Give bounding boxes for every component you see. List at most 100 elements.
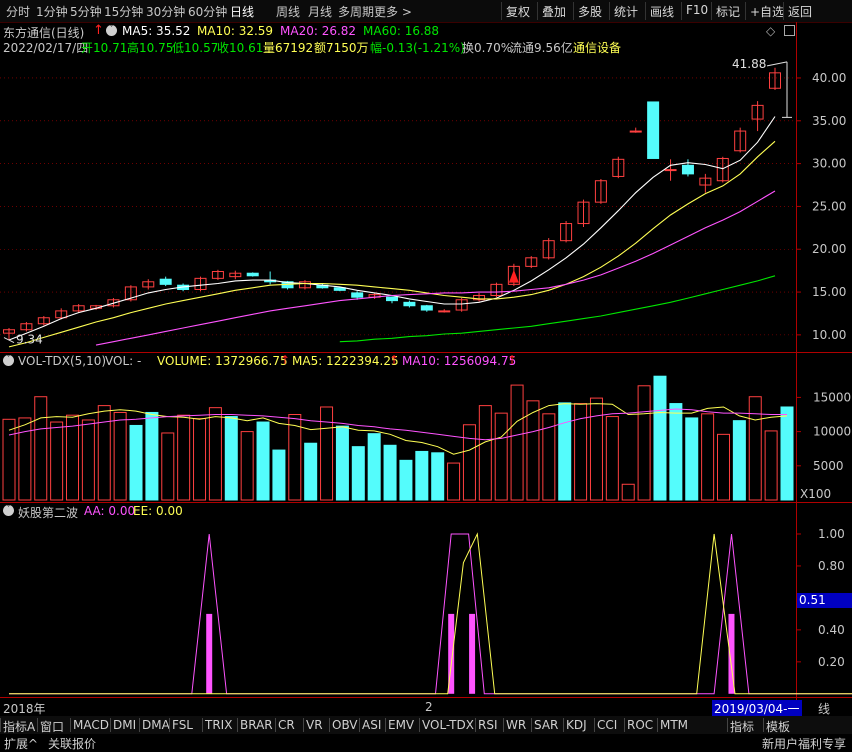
ma5-legend: MA5: 35.52 [122, 24, 191, 38]
new-user-promo-link[interactable]: 新用户福利专享 [762, 735, 846, 752]
volume-bar [161, 432, 175, 501]
date-marker-mid: 2 [425, 700, 433, 714]
up-arrow-icon: ↑ [389, 353, 400, 367]
volume-bar [558, 402, 572, 501]
tab-separator [237, 718, 238, 732]
toolbar-button[interactable]: +自选 [750, 3, 784, 20]
volume-bar [335, 425, 349, 501]
indicator-tab[interactable]: DMA [142, 718, 170, 732]
tab-separator [563, 718, 564, 732]
candle-body [159, 278, 172, 285]
ma20-legend: MA20: 26.82 [280, 24, 357, 38]
toolbar-button[interactable]: 复权 [506, 3, 530, 20]
indicator-tab[interactable]: SAR [534, 718, 558, 732]
volume-bar [320, 406, 334, 501]
indicator-tab[interactable]: RSI [478, 718, 498, 732]
indicator-bar [469, 613, 476, 694]
candle-body [438, 310, 451, 313]
timeframe-tab[interactable]: 更多 > [374, 3, 412, 20]
indicator-tab[interactable]: CCI [597, 718, 617, 732]
indicator-tab[interactable]: VOL-TDX [422, 718, 474, 732]
window-icon[interactable] [784, 25, 795, 36]
indicator-tab[interactable]: ASI [362, 718, 381, 732]
indicator-tab[interactable]: DMI [113, 718, 136, 732]
candle-body [403, 301, 416, 307]
volume-bar [526, 400, 540, 501]
indicator-tab[interactable]: MACD [73, 718, 109, 732]
vol-collapse-icon[interactable]: ˇ [3, 355, 14, 366]
toolbar-button[interactable]: 画线 [650, 3, 674, 20]
indicator-tab[interactable]: MTM [660, 718, 688, 732]
volume-bar [50, 421, 64, 501]
quote-open: 开10.71 [81, 41, 128, 55]
expand-button[interactable]: 扩展^ [4, 735, 38, 752]
diamond-icon[interactable]: ◇ [766, 24, 775, 38]
volume-bar [97, 405, 111, 501]
indicator-tab[interactable]: 模板 [766, 718, 790, 735]
toolbar-button[interactable]: 叠加 [542, 3, 566, 20]
volume-bar [510, 384, 524, 501]
volume-bar [145, 411, 159, 501]
timeframe-tab[interactable]: 30分钟 [146, 3, 185, 20]
tab-separator [110, 718, 111, 732]
related-quotes-button[interactable]: 关联报价 [48, 735, 96, 752]
indicator-tab[interactable]: FSL [172, 718, 193, 732]
indicator-tab[interactable]: EMV [388, 718, 414, 732]
candle-body [647, 101, 660, 159]
tab-separator [503, 718, 504, 732]
volume-bar [415, 450, 429, 501]
tab-separator [70, 718, 71, 732]
timeframe-tab[interactable]: 周线 [276, 3, 300, 20]
timeframe-tab[interactable]: 多周期 [338, 3, 374, 20]
indicator-tab[interactable]: 指标A [3, 718, 35, 735]
toolbar-button[interactable]: 标记 [716, 3, 740, 20]
indicator-name: 妖股第二波 [18, 506, 79, 520]
toolbar-button[interactable]: 多股 [578, 3, 602, 20]
volume-bar [129, 424, 143, 501]
timeframe-tab[interactable]: 5分钟 [70, 3, 102, 20]
indicator-tab[interactable]: WR [506, 718, 526, 732]
tab-separator [37, 718, 38, 732]
tab-separator [594, 718, 595, 732]
period-toolbar: 分时 1分钟 5分钟 15分钟 30分钟 60分钟 日线 周线 月线 多周期 更多 > 复权 叠加 多股统… [0, 0, 852, 23]
toolbar-button[interactable]: 统计 [614, 3, 638, 20]
volume-bar [288, 414, 302, 501]
indicator-tab[interactable]: KDJ [566, 718, 587, 732]
indicator-tab[interactable]: 指标 [730, 718, 754, 735]
toolbar-button[interactable]: F10 [686, 3, 708, 17]
tab-separator [169, 718, 170, 732]
volume-bar [431, 452, 445, 501]
volume-bar [383, 444, 397, 501]
ma-line [95, 190, 776, 346]
ind-collapse-icon[interactable]: ˇ [3, 505, 14, 516]
indicator-tab[interactable]: CR [278, 718, 295, 732]
indicator-tab[interactable]: VR [306, 718, 323, 732]
tab-separator [303, 718, 304, 732]
volume-bar [494, 412, 508, 501]
collapse-icon[interactable]: ˇ [106, 25, 117, 36]
timeframe-tab[interactable]: 分时 [6, 3, 30, 20]
timeframe-tab[interactable]: 15分钟 [104, 3, 143, 20]
timeframe-tab[interactable]: 60分钟 [188, 3, 227, 20]
timeframe-tab[interactable]: 1分钟 [36, 3, 68, 20]
indicator-tab[interactable]: OBV [332, 718, 358, 732]
vol-ma10: MA10: 1256094.75 [402, 354, 517, 368]
candle-body [629, 130, 642, 133]
toolbar-button[interactable]: 返回 [788, 3, 812, 20]
volume-bar [621, 483, 635, 501]
indicator-tab[interactable]: TRIX [205, 718, 232, 732]
indicator-tab[interactable]: ROC [627, 718, 653, 732]
timeframe-tab[interactable]: 月线 [308, 3, 332, 20]
tab-separator [657, 718, 658, 732]
toolbar-separator [609, 2, 610, 20]
y-tick-label: 15000 [813, 390, 851, 404]
volume-bar [669, 403, 683, 501]
volume-bar [447, 462, 461, 501]
vol-panel-name: VOL-TDX(5,10) [18, 354, 107, 368]
indicator-tab[interactable]: 窗口 [40, 718, 64, 735]
volume-bar [18, 417, 32, 501]
timeframe-tab[interactable]: 日线 [230, 3, 254, 20]
vol-label: VOL: - [105, 354, 142, 368]
volume-bar [605, 416, 619, 501]
indicator-tab[interactable]: BRAR [240, 718, 273, 732]
